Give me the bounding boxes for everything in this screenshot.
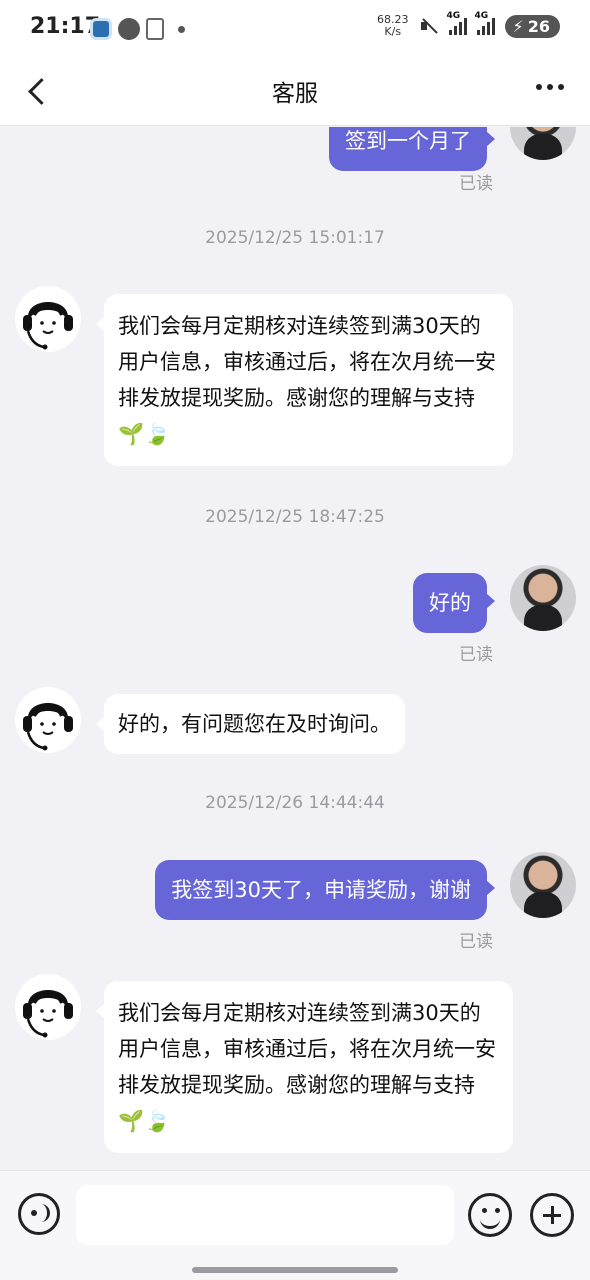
agent-avatar[interactable] [14, 973, 82, 1041]
document-icon [146, 18, 164, 40]
read-status: 已读 [459, 645, 493, 665]
read-status: 已读 [459, 174, 493, 194]
message-text: 我们会每月定期核对连续签到满30天的用户信息，审核通过后，将在次月统一安排发放提… [118, 1001, 496, 1133]
message-input[interactable] [76, 1185, 454, 1245]
chat-header: 客服 [0, 60, 590, 126]
more-horizontal-icon [536, 84, 542, 90]
agent-message-bubble: 我们会每月定期核对连续签到满30天的用户信息，审核通过后，将在次月统一安排发放提… [96, 981, 513, 1153]
signal-label: 4G [446, 11, 461, 21]
emoji-button[interactable] [468, 1193, 512, 1237]
message-text: 我们会每月定期核对连续签到满30天的用户信息，审核通过后，将在次月统一安排发放提… [118, 314, 496, 446]
signal-icon: 4G [447, 11, 467, 35]
battery-level: 26 [527, 16, 550, 36]
mute-icon [419, 16, 439, 36]
signal-icon: 4G [475, 11, 495, 35]
user-message-bubble: 好的 [413, 573, 495, 633]
user-message-bubble: 签到一个月了 [329, 127, 495, 171]
agent-message-bubble: 好的，有问题您在及时询问。 [96, 694, 405, 754]
message-timestamp: 2025/12/26 14:44:44 [205, 793, 385, 813]
more-notifications-dot-icon [178, 25, 185, 33]
agent-avatar[interactable] [14, 285, 82, 353]
signal-label: 4G [474, 11, 489, 21]
message-timestamp: 2025/12/25 18:47:25 [205, 507, 385, 527]
message-input-bar [0, 1170, 590, 1280]
message-text: 签到一个月了 [345, 129, 471, 153]
page-title: 客服 [272, 81, 318, 107]
system-icons: 68.23 K/s 4G 4G ⚡ 26 [377, 11, 560, 38]
user-avatar[interactable] [510, 127, 576, 160]
user-avatar[interactable] [510, 565, 576, 631]
home-indicator[interactable] [192, 1267, 398, 1273]
app-notification-icon [90, 18, 112, 40]
agent-avatar[interactable] [14, 686, 82, 754]
network-speed: 68.23 K/s [377, 14, 409, 38]
battery-indicator: ⚡ 26 [504, 14, 560, 38]
message-timestamp: 2025/12/25 15:01:17 [205, 228, 385, 248]
read-status: 已读 [459, 932, 493, 952]
status-bar: 21:17 68.23 K/s 4G 4G ⚡ 26 [0, 0, 590, 60]
message-text: 好的，有问题您在及时询问。 [118, 712, 391, 736]
charging-icon: ⚡ [512, 16, 524, 36]
voice-button[interactable] [18, 1193, 60, 1235]
more-button[interactable] [536, 84, 564, 90]
user-message-bubble: 我签到30天了，申请奖励，谢谢 [155, 860, 495, 920]
chat-messages[interactable]: 签到一个月了 已读 2025/12/25 15:01:17 我们会每月定期核对连… [0, 127, 590, 1170]
app-notification-icon [118, 18, 140, 40]
message-text: 好的 [429, 591, 471, 615]
notification-icons [90, 18, 185, 40]
network-speed-unit: K/s [384, 25, 402, 38]
user-avatar[interactable] [510, 852, 576, 918]
message-text: 我签到30天了，申请奖励，谢谢 [171, 878, 471, 902]
add-attachment-button[interactable] [530, 1193, 574, 1237]
agent-message-bubble: 我们会每月定期核对连续签到满30天的用户信息，审核通过后，将在次月统一安排发放提… [96, 294, 513, 466]
